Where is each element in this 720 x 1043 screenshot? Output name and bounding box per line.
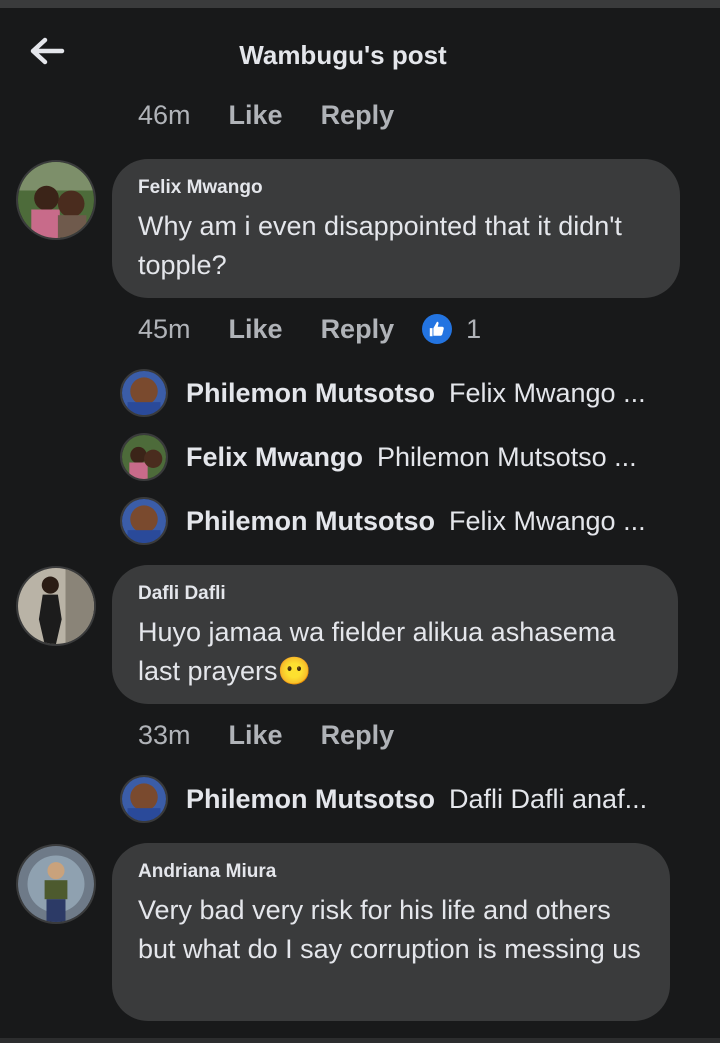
like-button[interactable]: Like <box>229 314 283 345</box>
comment-text-body: Huyo jamaa wa fielder alikua ashasema la… <box>138 617 616 686</box>
avatar[interactable] <box>16 844 96 924</box>
comment-meta-row: 45m Like Reply 1 <box>138 309 481 349</box>
status-strip <box>0 0 720 8</box>
reaction-count[interactable]: 1 <box>466 314 481 345</box>
comment-text: Why am i even disappointed that it didn'… <box>138 211 622 280</box>
comment-bubble: Dafli Dafli Huyo jamaa wa fielder alikua… <box>112 565 678 704</box>
divider <box>0 1038 720 1043</box>
page-title: Wambugu's post <box>239 40 447 70</box>
comment-text: Very bad very risk for his life and othe… <box>138 895 641 964</box>
comment-author[interactable]: Dafli Dafli <box>138 583 652 605</box>
like-button[interactable]: Like <box>229 720 283 751</box>
reply-author[interactable]: Felix Mwango <box>186 442 363 473</box>
avatar[interactable] <box>16 160 96 240</box>
header: Wambugu's post <box>0 8 720 88</box>
comment-time: 46m <box>138 99 191 130</box>
comment-time: 33m <box>138 719 191 750</box>
reply-preview[interactable]: Felix Mwango Philemon Mutsotso ... <box>120 433 637 481</box>
reply-author[interactable]: Philemon Mutsotso <box>186 506 435 537</box>
avatar[interactable] <box>120 775 168 823</box>
comment-meta-row: 46m Like Reply <box>138 95 432 135</box>
reply-text: Dafli Dafli anaf... <box>449 783 648 814</box>
thumbs-up-icon[interactable] <box>422 314 453 344</box>
reply-text: Felix Mwango ... <box>449 377 646 408</box>
comment-bubble: Andriana Miura Very bad very risk for hi… <box>112 843 670 1021</box>
reply-button[interactable]: Reply <box>321 720 395 751</box>
comment-text: Huyo jamaa wa fielder alikua ashasema la… <box>138 613 652 691</box>
avatar[interactable] <box>120 497 168 545</box>
reply-button[interactable]: Reply <box>321 100 395 131</box>
avatar[interactable] <box>120 369 168 417</box>
reply-author[interactable]: Philemon Mutsotso <box>186 378 435 409</box>
comment-author[interactable]: Felix Mwango <box>138 177 654 199</box>
like-button[interactable]: Like <box>229 100 283 131</box>
reply-preview[interactable]: Philemon Mutsotso Dafli Dafli anaf... <box>120 775 647 823</box>
comment-author[interactable]: Andriana Miura <box>138 861 644 883</box>
reply-preview[interactable]: Philemon Mutsotso Felix Mwango ... <box>120 497 646 545</box>
emoji: 😶 <box>277 656 312 686</box>
reply-preview[interactable]: Philemon Mutsotso Felix Mwango ... <box>120 369 646 417</box>
reply-button[interactable]: Reply <box>321 314 395 345</box>
reply-author[interactable]: Philemon Mutsotso <box>186 784 435 815</box>
comment-meta-row: 33m Like Reply <box>138 715 432 755</box>
avatar[interactable] <box>16 566 96 646</box>
comment-time: 45m <box>138 313 191 344</box>
avatar[interactable] <box>120 433 168 481</box>
reply-text: Felix Mwango ... <box>449 505 646 536</box>
comment-bubble: Felix Mwango Why am i even disappointed … <box>112 159 680 298</box>
reply-text: Philemon Mutsotso ... <box>377 441 637 472</box>
